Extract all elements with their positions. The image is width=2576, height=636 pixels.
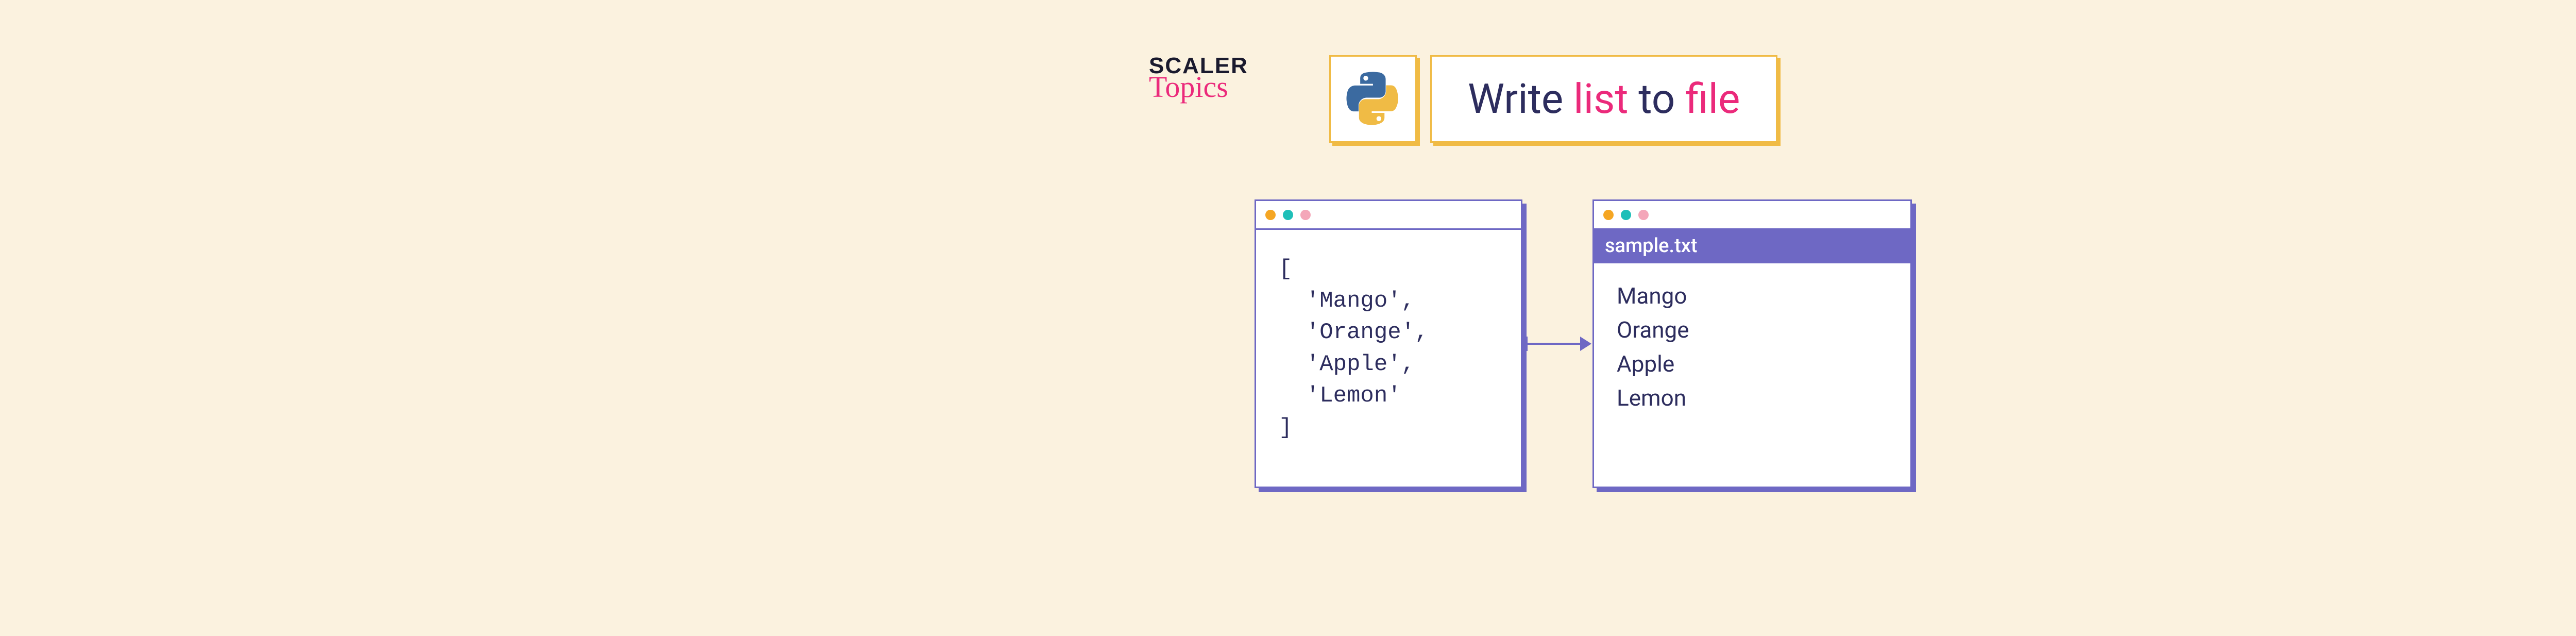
title-word-to: to xyxy=(1638,75,1675,123)
title-word-write: Write xyxy=(1468,75,1563,123)
output-file-window: sample.txt Mango Orange Apple Lemon xyxy=(1592,199,1912,488)
code-content: [ 'Mango', 'Orange', 'Apple', 'Lemon' ] xyxy=(1256,230,1521,468)
title-text: Write list to file xyxy=(1468,75,1740,123)
scaler-topics-logo: SCALER Topics xyxy=(1149,55,1248,101)
filename-tab: sample.txt xyxy=(1592,228,1912,263)
window-titlebar xyxy=(1256,201,1521,230)
traffic-light-dot-icon xyxy=(1283,210,1293,220)
traffic-light-dot-icon xyxy=(1300,210,1311,220)
diagram-canvas: SCALER Topics Write list to file xyxy=(1133,35,1958,601)
file-line: Apple xyxy=(1617,347,1888,381)
window-titlebar xyxy=(1594,201,1910,230)
title-word-file: file xyxy=(1685,75,1740,123)
traffic-light-dot-icon xyxy=(1621,210,1631,220)
file-line: Mango xyxy=(1617,279,1888,313)
python-logo-icon xyxy=(1345,71,1401,127)
traffic-light-dot-icon xyxy=(1265,210,1276,220)
title-row: Write list to file xyxy=(1329,55,1777,143)
file-line: Orange xyxy=(1617,313,1888,347)
windows-row: [ 'Mango', 'Orange', 'Apple', 'Lemon' ] … xyxy=(1255,199,1912,488)
python-icon-box xyxy=(1329,55,1417,143)
traffic-light-dot-icon xyxy=(1638,210,1649,220)
title-box: Write list to file xyxy=(1430,55,1777,143)
file-line: Lemon xyxy=(1617,381,1888,415)
title-word-list: list xyxy=(1573,75,1628,123)
arrow-icon xyxy=(1522,331,1592,357)
source-list-window: [ 'Mango', 'Orange', 'Apple', 'Lemon' ] xyxy=(1255,199,1522,488)
traffic-light-dot-icon xyxy=(1603,210,1614,220)
file-content: Mango Orange Apple Lemon xyxy=(1594,263,1910,430)
